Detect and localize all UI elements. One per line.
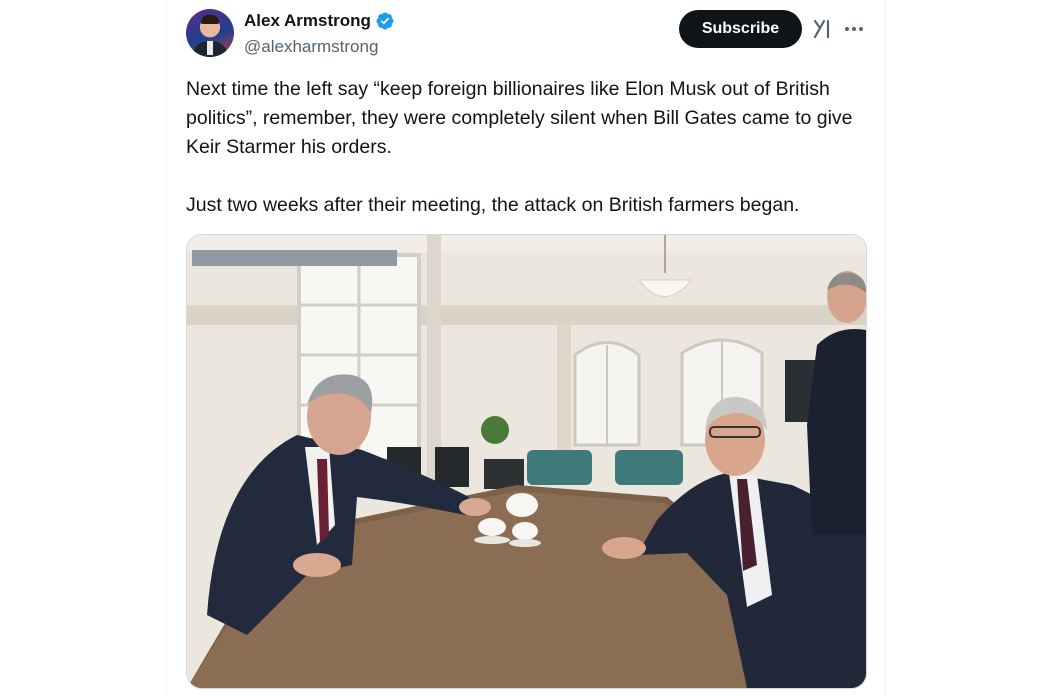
verified-badge-icon [376, 12, 394, 30]
tweet-paragraph-2: Just two weeks after their meeting, the … [186, 194, 800, 216]
author-name-row: Alex Armstrong [244, 11, 395, 31]
tweet-paragraph-1: Next time the left say “keep foreign bil… [186, 78, 853, 158]
grok-icon[interactable] [812, 17, 834, 41]
author-handle[interactable]: @alexharmstrong [244, 37, 378, 57]
meeting-photo-image [187, 235, 866, 688]
more-icon[interactable] [842, 17, 866, 41]
avatar[interactable] [186, 9, 234, 57]
tweet-text: Next time the left say “keep foreign bil… [186, 75, 866, 220]
tweet-photo[interactable] [186, 234, 867, 689]
subscribe-button[interactable]: Subscribe [679, 10, 802, 48]
author-name[interactable]: Alex Armstrong [244, 11, 371, 31]
tweet-card: Alex Armstrong @alexharmstrong Subscribe… [166, 0, 886, 697]
